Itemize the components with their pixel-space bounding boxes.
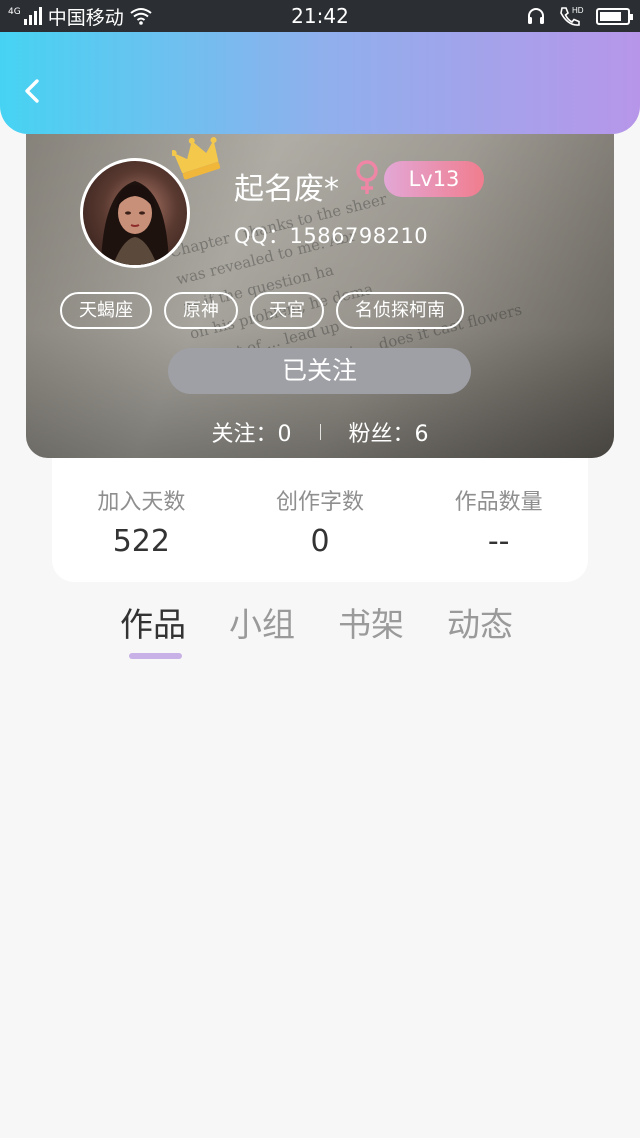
tab-bar: 作品 小组 书架 动态 xyxy=(120,598,556,646)
status-right: HD xyxy=(526,0,633,32)
follow-button[interactable]: 已关注 xyxy=(168,348,471,394)
status-bar: 4G 中国移动 21:42 HD xyxy=(0,0,640,32)
battery-fill xyxy=(600,11,621,21)
stats-panel: 加入天数 522 创作字数 0 作品数量 -- xyxy=(52,458,588,582)
crown-icon xyxy=(172,137,221,180)
tag-item[interactable]: 天官 xyxy=(250,292,324,329)
stat-value: 522 xyxy=(112,524,170,559)
tab-activity[interactable]: 动态 xyxy=(447,598,556,646)
tab-bookshelf[interactable]: 书架 xyxy=(338,598,447,646)
tab-works[interactable]: 作品 xyxy=(120,598,229,646)
tag-list: 天蝎座 原神 天官 名侦探柯南 xyxy=(60,292,464,329)
stat-join-days: 加入天数 522 xyxy=(52,458,231,582)
stat-label: 作品数量 xyxy=(454,490,543,515)
female-icon xyxy=(356,160,378,194)
qq-number: QQ：1586798210 xyxy=(234,224,429,248)
divider xyxy=(319,424,321,440)
tag-item[interactable]: 原神 xyxy=(164,292,238,329)
tab-indicator xyxy=(129,653,182,659)
stat-word-count: 创作字数 0 xyxy=(231,458,410,582)
header-bar xyxy=(0,32,640,134)
username: 起名废* xyxy=(234,172,339,207)
profile-card: Chapter · thanks to the sheer was reveal… xyxy=(26,134,614,458)
stat-label: 创作字数 xyxy=(276,490,365,515)
tag-item[interactable]: 天蝎座 xyxy=(60,292,152,329)
stat-value: 0 xyxy=(310,524,330,559)
stat-value: -- xyxy=(487,524,510,559)
following-count[interactable]: 关注：0 xyxy=(212,416,292,448)
fans-count[interactable]: 粉丝：6 xyxy=(349,416,429,448)
battery-icon xyxy=(596,7,633,25)
tab-groups[interactable]: 小组 xyxy=(229,598,338,646)
chevron-left-icon[interactable] xyxy=(20,78,46,104)
stat-works-count: 作品数量 -- xyxy=(409,458,588,582)
svg-text:HD: HD xyxy=(572,6,584,15)
stat-label: 加入天数 xyxy=(97,490,186,515)
follow-counts: 关注：0 粉丝：6 xyxy=(26,416,614,448)
headset-icon xyxy=(528,8,544,24)
tag-item[interactable]: 名侦探柯南 xyxy=(336,292,464,329)
level-badge: Lv13 xyxy=(384,161,484,197)
hd-call-icon: HD xyxy=(560,6,584,26)
